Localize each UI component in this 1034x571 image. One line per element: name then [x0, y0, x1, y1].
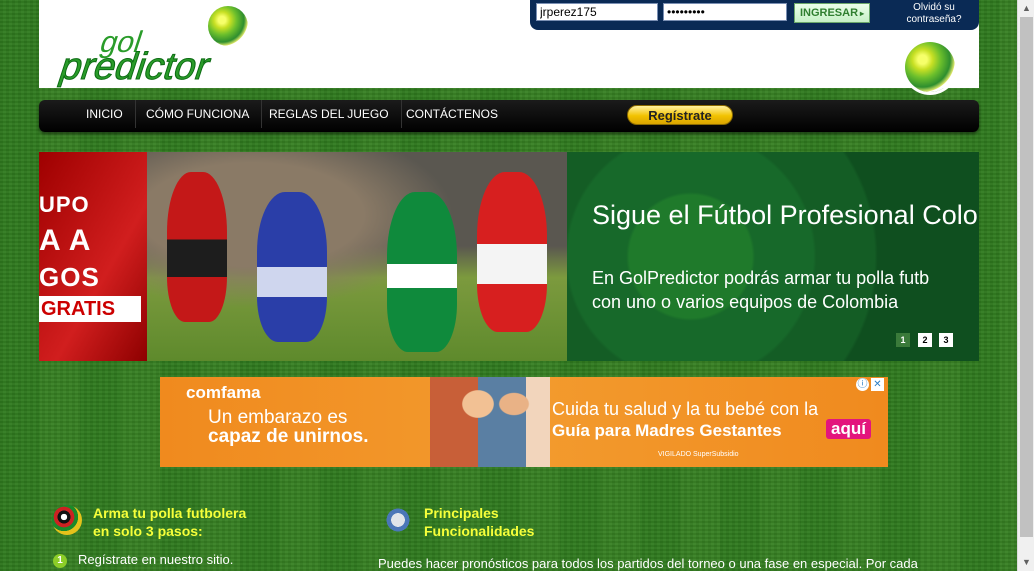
page-container: gol predictor INGRESAR▸ Olvidó su contra… — [39, 0, 979, 571]
step-number-icon: 1 — [53, 554, 67, 568]
login-button-label: INGRESAR — [799, 7, 859, 19]
scroll-down-icon[interactable]: ▼ — [1018, 554, 1034, 571]
section-body: Puedes hacer pronósticos para todos los … — [378, 556, 918, 571]
slide-page-2[interactable]: 2 — [918, 333, 932, 347]
login-bar: INGRESAR▸ Olvidó su contraseña? — [530, 0, 979, 30]
soccer-ball-icon — [905, 42, 955, 92]
hero-banner[interactable]: UPO A A GOS GRATIS Sigue el Fútbol Profe… — [39, 152, 979, 361]
slide-page-1[interactable]: 1 — [896, 333, 910, 347]
ad-footer: VIGILADO SuperSubsidio — [658, 451, 739, 458]
section-title: Arma tu polla futbolera — [93, 505, 247, 521]
soccer-ball-icon — [52, 505, 82, 535]
ad-text-line: capaz de unirnos. — [208, 426, 369, 447]
player-figure — [477, 172, 547, 332]
arrow-right-icon: ▸ — [860, 9, 865, 18]
forgot-password-line2: contraseña? — [906, 14, 962, 25]
soccer-ball-icon — [208, 6, 248, 46]
scrollbar[interactable]: ▲ ▼ — [1017, 0, 1034, 571]
banner-promo-gratis: GRATIS — [39, 296, 141, 322]
slide-page-3[interactable]: 3 — [939, 333, 953, 347]
banner-promo-line: GOS — [39, 262, 100, 292]
ad-cta[interactable]: aquí — [826, 419, 871, 439]
logo-text-predictor: predictor — [54, 46, 216, 89]
info-icon[interactable]: ⓘ — [856, 378, 869, 391]
nav-item-contactenos[interactable]: CONTÁCTENOS — [394, 100, 510, 128]
forgot-password-line1: Olvidó su — [913, 2, 955, 13]
close-icon[interactable]: ✕ — [871, 378, 884, 391]
features-icon — [382, 504, 414, 536]
ad-text-line: Guía para Madres Gestantes — [552, 421, 782, 440]
football-players-photo — [147, 152, 567, 361]
forgot-password-link[interactable]: Olvidó su contraseña? — [894, 2, 974, 26]
nav-item-como-funciona[interactable]: CÓMO FUNCIONA — [134, 100, 263, 128]
section-title: Funcionalidades — [424, 523, 535, 539]
step-text: Regístrate en nuestro sitio. — [78, 552, 234, 567]
player-figure — [387, 192, 457, 352]
banner-subtitle: En GolPredictor podrás armar tu polla fu… — [592, 266, 979, 314]
banner-promo-panel: UPO A A GOS GRATIS — [39, 152, 147, 361]
scroll-thumb[interactable] — [1020, 17, 1033, 537]
section-title: en solo 3 pasos: — [93, 523, 203, 539]
login-button[interactable]: INGRESAR ▸ — [794, 3, 870, 23]
register-button[interactable]: Regístrate — [627, 105, 733, 125]
banner-text-panel — [567, 152, 979, 361]
player-figure — [257, 192, 327, 342]
banner-subtitle-line1: En GolPredictor podrás armar tu polla fu… — [592, 268, 930, 288]
banner-promo-line: A A — [39, 224, 92, 257]
banner-promo-line: UPO — [39, 192, 90, 217]
golpredictor-logo[interactable]: gol predictor — [54, 4, 297, 89]
banner-subtitle-line2: con uno o varios equipos de Colombia — [592, 292, 899, 312]
username-input[interactable] — [536, 3, 658, 21]
ad-family-photo — [430, 377, 550, 467]
section-title: Principales — [424, 505, 499, 521]
scroll-up-icon[interactable]: ▲ — [1018, 0, 1034, 17]
ad-text-line: Cuida tu salud y la tu bebé con la — [552, 399, 819, 419]
nav-item-inicio[interactable]: INICIO — [74, 100, 136, 128]
player-figure — [167, 172, 227, 322]
ad-brand-logo: comfama — [186, 383, 261, 402]
main-nav: INICIO CÓMO FUNCIONA REGLAS DEL JUEGO CO… — [39, 100, 979, 132]
nav-item-reglas[interactable]: REGLAS DEL JUEGO — [257, 100, 402, 128]
password-input[interactable] — [663, 3, 787, 21]
banner-title: Sigue el Fútbol Profesional Colom — [592, 200, 979, 230]
advertisement[interactable]: comfama Un embarazo es capaz de unirnos.… — [160, 377, 888, 467]
